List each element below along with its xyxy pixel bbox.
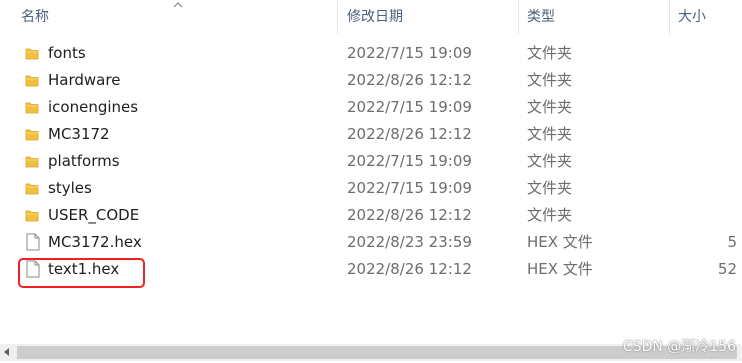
file-list: fonts 2022/7/15 19:09 文件夹 Hardware 2022/… [0, 40, 742, 283]
column-header-bar: 名称 修改日期 类型 大小 [0, 0, 742, 34]
folder-icon [25, 48, 39, 60]
file-name: Hardware [48, 71, 121, 89]
file-name: iconengines [48, 98, 139, 116]
file-type: 文件夹 [527, 98, 573, 116]
column-divider[interactable] [518, 0, 519, 34]
sort-ascending-icon [173, 2, 183, 8]
file-type: HEX 文件 [527, 233, 593, 251]
file-name: styles [48, 179, 92, 197]
file-size: 5 [727, 233, 737, 251]
column-divider[interactable] [669, 0, 670, 34]
file-explorer-window: 名称 修改日期 类型 大小 fonts 2022/7/15 19:09 文件夹 [0, 0, 742, 363]
file-type: 文件夹 [527, 206, 573, 224]
file-row[interactable]: MC3172 2022/8/26 12:12 文件夹 [0, 121, 742, 148]
file-row[interactable]: Hardware 2022/8/26 12:12 文件夹 [0, 67, 742, 94]
file-name: MC3172.hex [48, 233, 142, 251]
file-name: fonts [48, 44, 86, 62]
file-row[interactable]: MC3172.hex 2022/8/23 23:59 HEX 文件 5 [0, 229, 742, 256]
file-name: MC3172 [48, 125, 110, 143]
column-header-name[interactable]: 名称 [21, 0, 49, 34]
file-type: 文件夹 [527, 125, 573, 143]
column-header-type[interactable]: 类型 [527, 0, 555, 34]
folder-icon [25, 210, 39, 222]
file-date: 2022/8/26 12:12 [347, 206, 472, 224]
file-type: 文件夹 [527, 44, 573, 62]
file-type: 文件夹 [527, 71, 573, 89]
folder-icon [25, 183, 39, 195]
file-row[interactable]: USER_CODE 2022/8/26 12:12 文件夹 [0, 202, 742, 229]
file-date: 2022/7/15 19:09 [347, 44, 472, 62]
file-date: 2022/8/26 12:12 [347, 260, 472, 278]
file-date: 2022/7/15 19:09 [347, 152, 472, 170]
file-date: 2022/7/15 19:09 [347, 98, 472, 116]
file-icon [26, 233, 40, 251]
column-header-date[interactable]: 修改日期 [347, 0, 403, 34]
file-name: platforms [48, 152, 120, 170]
file-type: 文件夹 [527, 179, 573, 197]
file-type: 文件夹 [527, 152, 573, 170]
red-highlight-box [18, 258, 145, 288]
file-row[interactable]: fonts 2022/7/15 19:09 文件夹 [0, 40, 742, 67]
folder-icon [25, 75, 39, 87]
file-date: 2022/8/26 12:12 [347, 125, 472, 143]
column-divider[interactable] [337, 0, 338, 34]
file-row[interactable]: styles 2022/7/15 19:09 文件夹 [0, 175, 742, 202]
file-row[interactable]: platforms 2022/7/15 19:09 文件夹 [0, 148, 742, 175]
file-type: HEX 文件 [527, 260, 593, 278]
file-date: 2022/8/26 12:12 [347, 71, 472, 89]
scroll-left-arrow-icon[interactable] [4, 348, 9, 356]
file-date: 2022/8/23 23:59 [347, 233, 472, 251]
folder-icon [25, 156, 39, 168]
file-name: USER_CODE [48, 206, 140, 224]
file-row[interactable]: iconengines 2022/7/15 19:09 文件夹 [0, 94, 742, 121]
watermark: CSDN @渐冷156 [622, 339, 736, 355]
folder-icon [25, 102, 39, 114]
column-header-size[interactable]: 大小 [678, 0, 706, 34]
file-size: 52 [717, 260, 737, 278]
file-date: 2022/7/15 19:09 [347, 179, 472, 197]
folder-icon [25, 129, 39, 141]
